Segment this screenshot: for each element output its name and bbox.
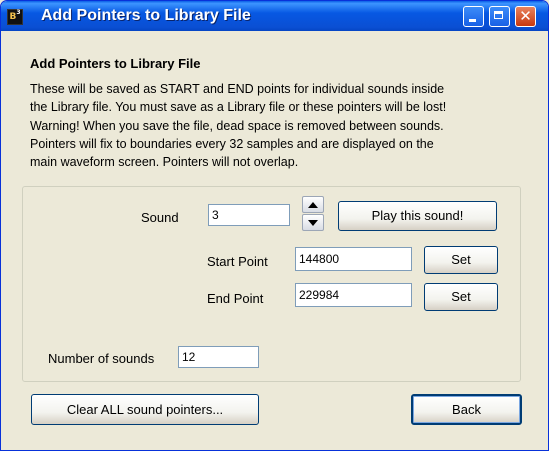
sound-label: Sound bbox=[141, 210, 179, 225]
description-line: Warning! When you save the file, dead sp… bbox=[30, 118, 444, 133]
description-line: Pointers will fix to boundaries every 32… bbox=[30, 136, 434, 151]
sound-spin-up-button[interactable] bbox=[302, 196, 324, 213]
end-point-label: End Point bbox=[207, 291, 264, 306]
number-of-sounds-input[interactable] bbox=[178, 346, 259, 368]
description-line: These will be saved as START and END poi… bbox=[30, 82, 445, 96]
play-sound-button[interactable]: Play this sound! bbox=[338, 201, 497, 231]
end-point-input[interactable] bbox=[295, 283, 412, 307]
app-icon-superscript: 3 bbox=[16, 9, 21, 16]
sound-spin-down-button[interactable] bbox=[302, 214, 324, 231]
description-text: These will be saved as START and END poi… bbox=[30, 80, 530, 171]
maximize-button[interactable] bbox=[489, 6, 510, 27]
set-start-point-button[interactable]: Set bbox=[424, 246, 498, 274]
minimize-button[interactable] bbox=[463, 6, 484, 27]
description-line: main waveform screen. Pointers will not … bbox=[30, 155, 299, 170]
clear-all-pointers-button[interactable]: Clear ALL sound pointers... bbox=[31, 394, 259, 425]
start-point-label: Start Point bbox=[207, 254, 268, 269]
window-title: Add Pointers to Library File bbox=[41, 7, 251, 24]
start-point-input[interactable] bbox=[295, 247, 412, 271]
close-icon: ✕ bbox=[519, 7, 532, 25]
back-button[interactable]: Back bbox=[411, 394, 522, 425]
arrow-down-icon bbox=[308, 220, 318, 226]
arrow-up-icon bbox=[308, 202, 318, 208]
set-end-point-button[interactable]: Set bbox=[424, 283, 498, 311]
close-button[interactable]: ✕ bbox=[515, 6, 536, 27]
description-line: the Library file. You must save as a Lib… bbox=[30, 100, 447, 115]
number-of-sounds-label: Number of sounds bbox=[48, 351, 155, 366]
title-bar[interactable]: B3 Add Pointers to Library File ✕ bbox=[1, 1, 548, 31]
sound-number-input[interactable] bbox=[208, 204, 290, 226]
dialog-window: B3 Add Pointers to Library File ✕ Add Po… bbox=[0, 0, 549, 451]
dialog-heading: Add Pointers to Library File bbox=[30, 56, 201, 71]
app-icon: B3 bbox=[7, 9, 23, 25]
